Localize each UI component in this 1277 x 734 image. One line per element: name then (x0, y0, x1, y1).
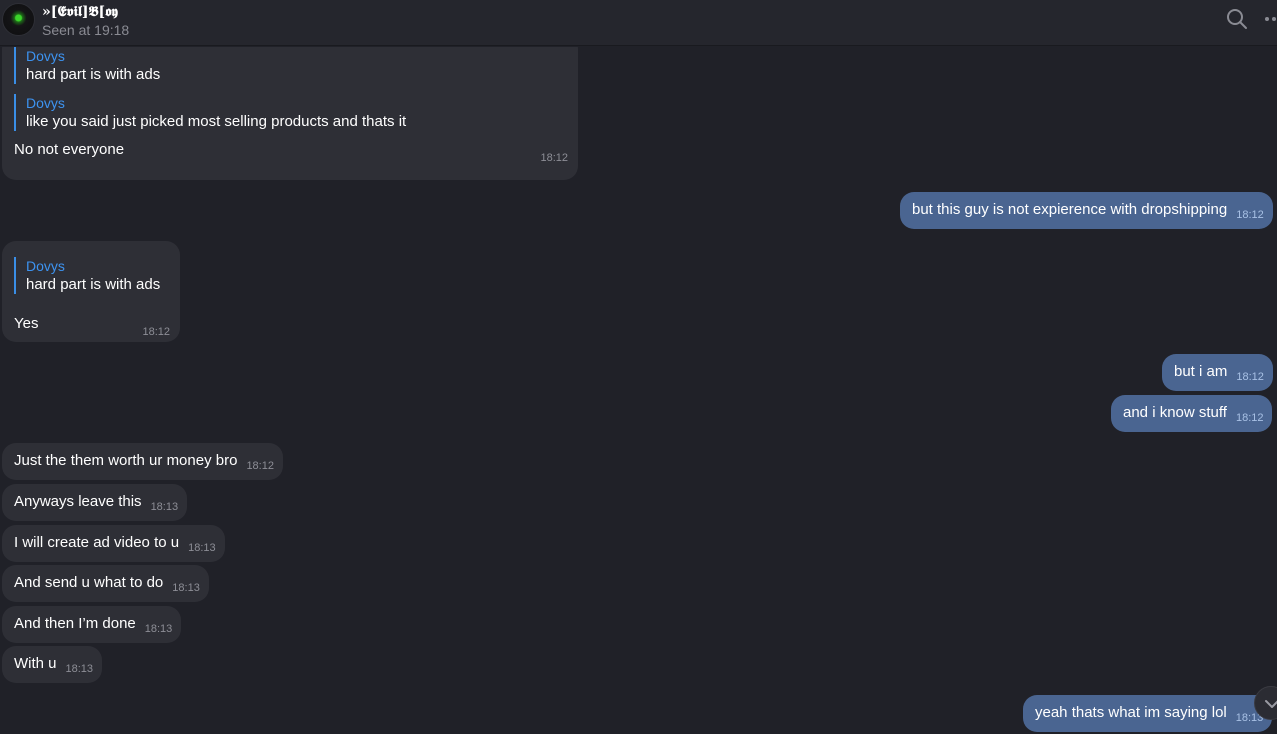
reply-text: like you said just picked most selling p… (26, 113, 407, 130)
message-text: With u (14, 655, 57, 672)
reply-quote[interactable]: Dovys hard part is with ads (14, 257, 170, 294)
scroll-down-button[interactable] (1254, 686, 1277, 720)
message-time: 18:13 (188, 542, 216, 554)
message-outgoing[interactable]: but i am 18:12 (1162, 354, 1273, 391)
message-text: No not everyone (14, 141, 125, 158)
message-text: Anyways leave this (14, 493, 142, 510)
message-text: And send u what to do (14, 574, 164, 591)
reply-text: hard part is with ads (26, 276, 161, 293)
reply-quote[interactable]: Dovys hard part is with ads (14, 47, 568, 84)
message-incoming[interactable]: Just the them worth ur money bro 18:12 (2, 443, 283, 480)
message-text: but i am (1174, 363, 1228, 380)
message-time: 18:12 (1235, 412, 1264, 424)
message-time: 18:12 (246, 460, 274, 472)
message-text: I will create ad video to u (14, 534, 180, 551)
message-time: 18:12 (1236, 209, 1264, 221)
message-text: yeah thats what im saying lol (1035, 704, 1227, 721)
search-icon[interactable] (1226, 8, 1248, 30)
message-incoming[interactable]: I will create ad video to u 18:13 (2, 525, 225, 562)
message-incoming[interactable]: Anyways leave this 18:13 (2, 484, 188, 521)
message-text: And then I’m done (14, 615, 136, 632)
reply-author: Dovys (26, 48, 65, 64)
message-text: Just the them worth ur money bro (14, 452, 238, 469)
reply-text: hard part is with ads (26, 66, 161, 83)
more-icon[interactable] (1264, 8, 1277, 30)
last-seen-status: Seen at 19:18 (42, 22, 130, 38)
message-outgoing[interactable]: yeah thats what im saying lol 18:13 (1023, 695, 1273, 732)
message-time: 18:12 (142, 326, 170, 338)
contact-name[interactable]: »[𝕰𝖛𝖎𝖑]𝕭[𝖔𝖞 (42, 4, 118, 20)
reply-quote[interactable]: Dovys like you said just picked most sel… (14, 94, 568, 131)
message-time: 18:13 (144, 623, 173, 635)
message-incoming[interactable]: And then I’m done 18:13 (2, 606, 182, 643)
message-outgoing[interactable]: and i know stuff 18:12 (1111, 395, 1273, 432)
chat-header: »[𝕰𝖛𝖎𝖑]𝕭[𝖔𝖞 Seen at 19:18 (0, 0, 1277, 46)
avatar[interactable] (2, 3, 35, 36)
message-list[interactable]: Dovys hard part is with ads Dovys like y… (0, 47, 1277, 734)
message-time: 18:13 (172, 582, 200, 594)
message-incoming[interactable]: With u 18:13 (2, 646, 103, 683)
reply-author: Dovys (26, 258, 65, 274)
message-text: but this guy is not expierence with drop… (912, 201, 1228, 218)
message-time: 18:13 (65, 663, 94, 675)
chevron-down-icon (1265, 700, 1277, 708)
message-time: 18:12 (540, 152, 568, 164)
message-incoming[interactable]: Dovys hard part is with ads Yes 18:12 (2, 241, 180, 342)
message-time: 18:13 (150, 501, 179, 513)
message-incoming[interactable]: Dovys hard part is with ads Dovys like y… (2, 47, 578, 180)
message-outgoing[interactable]: but this guy is not expierence with drop… (900, 192, 1273, 229)
message-text: and i know stuff (1123, 404, 1227, 421)
message-text: Yes (14, 315, 39, 332)
message-incoming[interactable]: And send u what to do 18:13 (2, 565, 209, 602)
reply-author: Dovys (26, 95, 65, 111)
message-time: 18:12 (1236, 371, 1264, 383)
